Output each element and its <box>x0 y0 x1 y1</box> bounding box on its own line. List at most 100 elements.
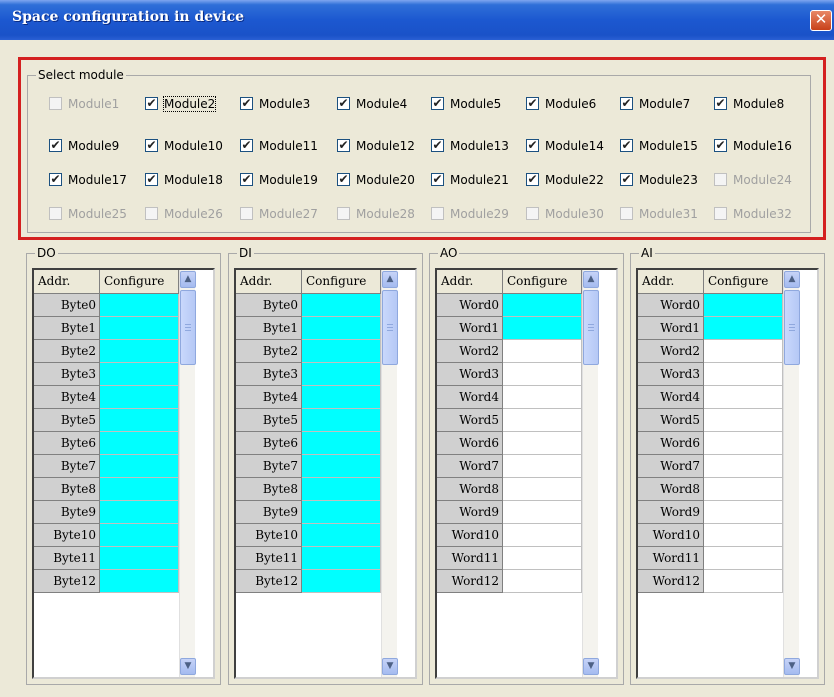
configure-cell[interactable] <box>100 386 179 409</box>
table-row[interactable]: Word4 <box>437 386 582 409</box>
table-row[interactable]: Word8 <box>437 478 582 501</box>
row-address-label[interactable]: Word3 <box>437 363 503 386</box>
row-address-label[interactable]: Word2 <box>638 340 704 363</box>
table-row[interactable]: Word0 <box>437 294 582 317</box>
table-row[interactable]: Word1 <box>638 317 783 340</box>
configure-column-header[interactable]: Configure <box>704 270 783 294</box>
checkbox-box[interactable]: ✔ <box>240 97 253 110</box>
row-address-label[interactable]: Byte12 <box>236 570 302 593</box>
table-row[interactable]: Byte4 <box>34 386 179 409</box>
row-address-label[interactable]: Byte3 <box>236 363 302 386</box>
table-row[interactable]: Word9 <box>638 501 783 524</box>
checkbox-box[interactable]: ✔ <box>526 173 539 186</box>
configure-cell[interactable] <box>503 501 582 524</box>
row-address-label[interactable]: Byte3 <box>34 363 100 386</box>
row-address-label[interactable]: Word7 <box>437 455 503 478</box>
checkbox-box[interactable]: ✔ <box>337 97 350 110</box>
row-address-label[interactable]: Byte11 <box>236 547 302 570</box>
table-row[interactable]: Word11 <box>437 547 582 570</box>
configure-cell[interactable] <box>503 547 582 570</box>
row-address-label[interactable]: Byte1 <box>236 317 302 340</box>
row-address-label[interactable]: Word8 <box>437 478 503 501</box>
row-address-label[interactable]: Byte4 <box>34 386 100 409</box>
scroll-thumb[interactable] <box>382 290 398 365</box>
scroll-thumb[interactable] <box>180 290 196 365</box>
table-row[interactable]: Word5 <box>437 409 582 432</box>
row-address-label[interactable]: Byte4 <box>236 386 302 409</box>
row-address-label[interactable]: Byte2 <box>236 340 302 363</box>
configure-cell[interactable] <box>704 547 783 570</box>
configure-column-header[interactable]: Configure <box>503 270 582 294</box>
table-row[interactable]: Byte12 <box>34 570 179 593</box>
configure-cell[interactable] <box>100 547 179 570</box>
table-row[interactable]: Word2 <box>638 340 783 363</box>
table-row[interactable]: Word12 <box>638 570 783 593</box>
configure-cell[interactable] <box>100 478 179 501</box>
scroll-up-icon[interactable]: ▲ <box>784 271 800 288</box>
table-row[interactable]: Word10 <box>638 524 783 547</box>
address-grid[interactable]: Addr. Configure Word0 Word1 Word2 Word3 Word4 W… <box>435 268 618 679</box>
configure-cell[interactable] <box>704 363 783 386</box>
configure-cell[interactable] <box>302 386 381 409</box>
configure-cell[interactable] <box>704 524 783 547</box>
row-address-label[interactable]: Word0 <box>638 294 704 317</box>
row-address-label[interactable]: Byte6 <box>236 432 302 455</box>
address-grid[interactable]: Addr. Configure Byte0 Byte1 Byte2 Byte3 Byte4 B… <box>234 268 417 679</box>
row-address-label[interactable]: Byte0 <box>34 294 100 317</box>
configure-column-header[interactable]: Configure <box>100 270 179 294</box>
table-row[interactable]: Word5 <box>638 409 783 432</box>
table-row[interactable]: Byte8 <box>34 478 179 501</box>
scroll-up-icon[interactable]: ▲ <box>382 271 398 288</box>
table-row[interactable]: Byte11 <box>236 547 381 570</box>
row-address-label[interactable]: Word5 <box>638 409 704 432</box>
configure-cell[interactable] <box>704 478 783 501</box>
table-row[interactable]: Byte10 <box>236 524 381 547</box>
table-row[interactable]: Word7 <box>638 455 783 478</box>
configure-cell[interactable] <box>704 455 783 478</box>
row-address-label[interactable]: Word8 <box>638 478 704 501</box>
configure-cell[interactable] <box>704 432 783 455</box>
row-address-label[interactable]: Word3 <box>638 363 704 386</box>
configure-cell[interactable] <box>100 317 179 340</box>
row-address-label[interactable]: Word0 <box>437 294 503 317</box>
row-address-label[interactable]: Byte0 <box>236 294 302 317</box>
address-grid[interactable]: Addr. Configure Word0 Word1 Word2 Word3 Word4 W… <box>636 268 819 679</box>
row-address-label[interactable]: Word1 <box>638 317 704 340</box>
table-row[interactable]: Word6 <box>638 432 783 455</box>
checkbox-box[interactable]: ✔ <box>526 139 539 152</box>
checkbox-box[interactable]: ✔ <box>431 97 444 110</box>
table-row[interactable]: Word6 <box>437 432 582 455</box>
row-address-label[interactable]: Byte7 <box>34 455 100 478</box>
checkbox-box[interactable]: ✔ <box>431 173 444 186</box>
scroll-thumb[interactable] <box>784 290 800 365</box>
row-address-label[interactable]: Word10 <box>638 524 704 547</box>
table-row[interactable]: Byte2 <box>34 340 179 363</box>
row-address-label[interactable]: Byte7 <box>236 455 302 478</box>
row-address-label[interactable]: Word9 <box>638 501 704 524</box>
configure-cell[interactable] <box>302 363 381 386</box>
row-address-label[interactable]: Word1 <box>437 317 503 340</box>
table-row[interactable]: Byte6 <box>34 432 179 455</box>
table-row[interactable]: Word8 <box>638 478 783 501</box>
checkbox-box[interactable]: ✔ <box>620 173 633 186</box>
configure-cell[interactable] <box>704 340 783 363</box>
checkbox-box[interactable]: ✔ <box>49 139 62 152</box>
configure-cell[interactable] <box>503 317 582 340</box>
scroll-down-icon[interactable]: ▼ <box>583 658 599 675</box>
table-row[interactable]: Byte7 <box>34 455 179 478</box>
row-address-label[interactable]: Byte2 <box>34 340 100 363</box>
table-row[interactable]: Word4 <box>638 386 783 409</box>
table-row[interactable]: Word12 <box>437 570 582 593</box>
row-address-label[interactable]: Byte8 <box>236 478 302 501</box>
table-row[interactable]: Word0 <box>638 294 783 317</box>
checkbox-box[interactable]: ✔ <box>526 97 539 110</box>
scroll-up-icon[interactable]: ▲ <box>180 271 196 288</box>
scroll-down-icon[interactable]: ▼ <box>180 658 196 675</box>
checkbox-box[interactable]: ✔ <box>49 173 62 186</box>
row-address-label[interactable]: Word5 <box>437 409 503 432</box>
checkbox-box[interactable]: ✔ <box>145 139 158 152</box>
table-row[interactable]: Word2 <box>437 340 582 363</box>
checkbox-box[interactable]: ✔ <box>620 97 633 110</box>
configure-cell[interactable] <box>503 432 582 455</box>
row-address-label[interactable]: Byte1 <box>34 317 100 340</box>
